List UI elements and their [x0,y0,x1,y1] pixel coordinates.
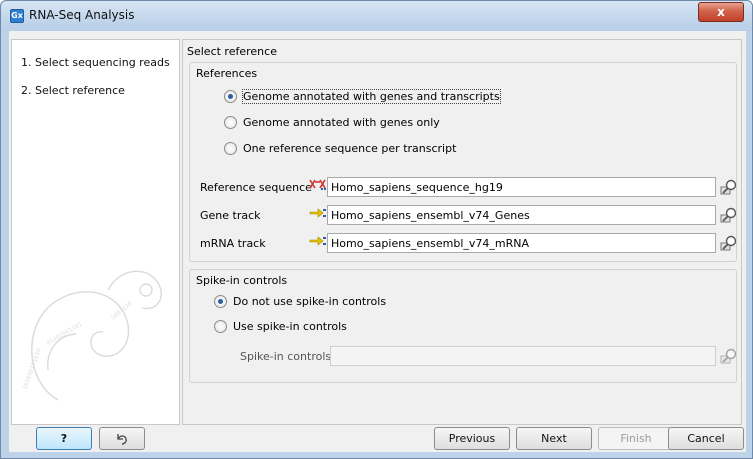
radio-no-spike-in[interactable]: Do not use spike-in controls [214,295,386,308]
reset-icon [117,434,127,445]
app-icon: Gx [10,9,24,23]
close-button[interactable]: x [698,2,744,22]
help-button[interactable]: ? [36,427,92,450]
mrna-track-label: mRNA track [200,237,266,250]
radio-button[interactable] [214,320,227,333]
radio-genes-only[interactable]: Genome annotated with genes only [224,116,440,129]
browse-icon[interactable] [720,234,738,252]
references-group-title: References [196,67,258,80]
reference-sequence-field[interactable]: Homo_sapiens_sequence_hg19 [327,177,716,197]
step-select-reference[interactable]: 2. Select reference [21,84,125,97]
finish-button[interactable]: Finish [598,427,674,450]
radio-button-checked[interactable] [214,295,227,308]
radio-label: One reference sequence per transcript [243,142,457,155]
browse-icon[interactable] [720,206,738,224]
references-group: References Genome annotated with genes a… [189,62,737,262]
spike-in-group-title: Spike-in controls [196,274,288,287]
wizard-steps-panel: 1. Select sequencing reads 2. Select ref… [11,39,180,425]
button-bar: ? Previous Next Finish Cancel [9,427,746,452]
mrna-track-field[interactable]: Homo_sapiens_ensembl_v74_mRNA [327,233,716,253]
spike-in-controls-label: Spike-in controls [240,350,332,363]
dialog-body: 1. Select sequencing reads 2. Select ref… [9,31,746,452]
clc-logo-watermark: 101000111010 01101001101 1001110 [21,270,162,401]
svg-text:1001110: 1001110 [110,300,134,322]
spike-in-group: Spike-in controls Do not use spike-in co… [189,269,737,383]
radio-use-spike-in[interactable]: Use spike-in controls [214,320,347,333]
browse-icon[interactable] [720,347,738,365]
svg-text:01101001101: 01101001101 [46,321,84,347]
title-bar[interactable]: Gx RNA-Seq Analysis x [1,1,752,31]
radio-button[interactable] [224,142,237,155]
gene-track-field[interactable]: Homo_sapiens_ensembl_v74_Genes [327,205,716,225]
radio-button[interactable] [224,116,237,129]
page-title: Select reference [187,45,277,58]
sequence-icon [309,179,326,190]
previous-button[interactable]: Previous [434,427,510,450]
gene-track-label: Gene track [200,209,261,222]
reference-sequence-label: Reference sequence [200,181,312,194]
radio-label: Genome annotated with genes only [243,116,440,129]
reset-button[interactable] [99,427,145,450]
radio-label: Use spike-in controls [233,320,347,333]
radio-label: Do not use spike-in controls [233,295,387,308]
window-title: RNA-Seq Analysis [29,8,135,22]
step-select-sequencing-reads[interactable]: 1. Select sequencing reads [21,56,170,69]
wizard-content: Select reference References Genome annot… [182,39,742,425]
next-button[interactable]: Next [516,427,592,450]
track-icon [309,208,326,218]
radio-label: Genome annotated with genes and transcri… [242,89,501,104]
browse-icon[interactable] [720,178,738,196]
track-icon [309,236,326,246]
dialog-window: Gx RNA-Seq Analysis x 1. Select sequenci… [0,0,753,459]
radio-genes-and-transcripts[interactable]: Genome annotated with genes and transcri… [224,89,501,104]
spike-in-controls-field[interactable] [330,346,716,366]
radio-button-checked[interactable] [224,90,237,103]
radio-one-sequence-per-transcript[interactable]: One reference sequence per transcript [224,142,456,155]
cancel-button[interactable]: Cancel [668,427,744,450]
